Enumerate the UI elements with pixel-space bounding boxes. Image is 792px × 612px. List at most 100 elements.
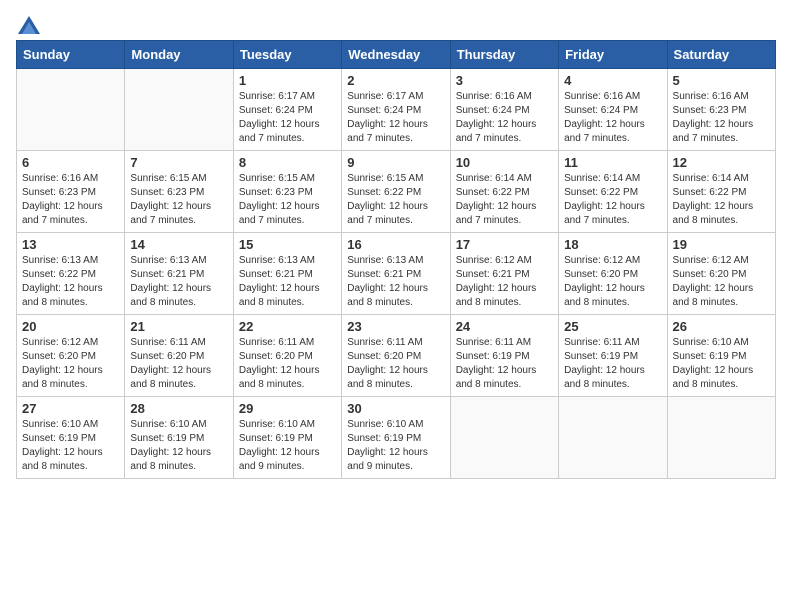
day-number: 11 [564, 155, 661, 170]
calendar-cell: 14 Sunrise: 6:13 AM Sunset: 6:21 PM Dayli… [125, 233, 233, 315]
calendar-cell: 21 Sunrise: 6:11 AM Sunset: 6:20 PM Dayli… [125, 315, 233, 397]
day-header-friday: Friday [559, 41, 667, 69]
calendar-cell [667, 397, 775, 479]
calendar-cell: 6 Sunrise: 6:16 AM Sunset: 6:23 PM Daylig… [17, 151, 125, 233]
day-number: 7 [130, 155, 227, 170]
day-header-monday: Monday [125, 41, 233, 69]
calendar-table: SundayMondayTuesdayWednesdayThursdayFrid… [16, 40, 776, 479]
day-info: Sunrise: 6:13 AM Sunset: 6:21 PM Dayligh… [130, 254, 227, 310]
calendar-cell: 25 Sunrise: 6:11 AM Sunset: 6:19 PM Dayli… [559, 315, 667, 397]
day-number: 1 [239, 73, 336, 88]
day-info: Sunrise: 6:13 AM Sunset: 6:22 PM Dayligh… [22, 254, 119, 310]
day-info: Sunrise: 6:15 AM Sunset: 6:22 PM Dayligh… [347, 172, 444, 228]
calendar-cell: 17 Sunrise: 6:12 AM Sunset: 6:21 PM Dayli… [450, 233, 558, 315]
calendar-cell: 3Sunrise: 6:16 AM Sunset: 6:24 PM Daylig… [450, 69, 558, 151]
calendar-cell: 26 Sunrise: 6:10 AM Sunset: 6:19 PM Dayli… [667, 315, 775, 397]
calendar-cell: 12 Sunrise: 6:14 AM Sunset: 6:22 PM Dayli… [667, 151, 775, 233]
calendar-cell: 20 Sunrise: 6:12 AM Sunset: 6:20 PM Dayli… [17, 315, 125, 397]
calendar-cell: 9 Sunrise: 6:15 AM Sunset: 6:22 PM Daylig… [342, 151, 450, 233]
day-number: 30 [347, 401, 444, 416]
calendar-cell: 8 Sunrise: 6:15 AM Sunset: 6:23 PM Daylig… [233, 151, 341, 233]
day-number: 22 [239, 319, 336, 334]
day-info: Sunrise: 6:17 AM Sunset: 6:24 PM Dayligh… [347, 90, 444, 146]
day-info: Sunrise: 6:12 AM Sunset: 6:20 PM Dayligh… [673, 254, 770, 310]
day-number: 19 [673, 237, 770, 252]
day-info: Sunrise: 6:17 AM Sunset: 6:24 PM Dayligh… [239, 90, 336, 146]
calendar-cell: 30 Sunrise: 6:10 AM Sunset: 6:19 PM Dayli… [342, 397, 450, 479]
calendar-cell: 4 Sunrise: 6:16 AM Sunset: 6:24 PM Daylig… [559, 69, 667, 151]
day-info: Sunrise: 6:14 AM Sunset: 6:22 PM Dayligh… [673, 172, 770, 228]
day-number: 26 [673, 319, 770, 334]
calendar-cell [450, 397, 558, 479]
day-number: 16 [347, 237, 444, 252]
calendar-cell [125, 69, 233, 151]
day-number: 5 [673, 73, 770, 88]
calendar-cell: 27Sunrise: 6:10 AM Sunset: 6:19 PM Dayli… [17, 397, 125, 479]
day-number: 18 [564, 237, 661, 252]
day-header-thursday: Thursday [450, 41, 558, 69]
day-header-tuesday: Tuesday [233, 41, 341, 69]
day-info: Sunrise: 6:11 AM Sunset: 6:20 PM Dayligh… [130, 336, 227, 392]
calendar-cell: 28 Sunrise: 6:10 AM Sunset: 6:19 PM Dayli… [125, 397, 233, 479]
day-info: Sunrise: 6:15 AM Sunset: 6:23 PM Dayligh… [130, 172, 227, 228]
day-info: Sunrise: 6:16 AM Sunset: 6:23 PM Dayligh… [673, 90, 770, 146]
calendar-cell: 19 Sunrise: 6:12 AM Sunset: 6:20 PM Dayli… [667, 233, 775, 315]
day-number: 25 [564, 319, 661, 334]
day-number: 23 [347, 319, 444, 334]
day-info: Sunrise: 6:11 AM Sunset: 6:19 PM Dayligh… [456, 336, 553, 392]
calendar-cell [559, 397, 667, 479]
day-info: Sunrise: 6:12 AM Sunset: 6:21 PM Dayligh… [456, 254, 553, 310]
calendar-cell: 23 Sunrise: 6:11 AM Sunset: 6:20 PM Dayli… [342, 315, 450, 397]
day-number: 27 [22, 401, 119, 416]
calendar-cell: 15 Sunrise: 6:13 AM Sunset: 6:21 PM Dayli… [233, 233, 341, 315]
calendar-cell: 24 Sunrise: 6:11 AM Sunset: 6:19 PM Dayli… [450, 315, 558, 397]
calendar-cell: 11 Sunrise: 6:14 AM Sunset: 6:22 PM Dayli… [559, 151, 667, 233]
day-info: Sunrise: 6:11 AM Sunset: 6:20 PM Dayligh… [239, 336, 336, 392]
day-info: Sunrise: 6:14 AM Sunset: 6:22 PM Dayligh… [456, 172, 553, 228]
day-info: Sunrise: 6:11 AM Sunset: 6:19 PM Dayligh… [564, 336, 661, 392]
day-number: 21 [130, 319, 227, 334]
calendar-cell: 18 Sunrise: 6:12 AM Sunset: 6:20 PM Dayli… [559, 233, 667, 315]
day-number: 29 [239, 401, 336, 416]
day-number: 8 [239, 155, 336, 170]
day-info: Sunrise: 6:16 AM Sunset: 6:24 PM Dayligh… [456, 90, 553, 146]
day-number: 9 [347, 155, 444, 170]
day-info: Sunrise: 6:13 AM Sunset: 6:21 PM Dayligh… [239, 254, 336, 310]
day-header-wednesday: Wednesday [342, 41, 450, 69]
day-info: Sunrise: 6:11 AM Sunset: 6:20 PM Dayligh… [347, 336, 444, 392]
day-info: Sunrise: 6:10 AM Sunset: 6:19 PM Dayligh… [130, 418, 227, 474]
calendar-cell [17, 69, 125, 151]
calendar-cell: 7 Sunrise: 6:15 AM Sunset: 6:23 PM Daylig… [125, 151, 233, 233]
day-number: 10 [456, 155, 553, 170]
day-number: 24 [456, 319, 553, 334]
day-info: Sunrise: 6:16 AM Sunset: 6:24 PM Dayligh… [564, 90, 661, 146]
day-info: Sunrise: 6:16 AM Sunset: 6:23 PM Dayligh… [22, 172, 119, 228]
day-number: 2 [347, 73, 444, 88]
header [16, 16, 776, 30]
day-info: Sunrise: 6:13 AM Sunset: 6:21 PM Dayligh… [347, 254, 444, 310]
day-number: 6 [22, 155, 119, 170]
calendar-cell: 5 Sunrise: 6:16 AM Sunset: 6:23 PM Daylig… [667, 69, 775, 151]
day-number: 14 [130, 237, 227, 252]
day-number: 28 [130, 401, 227, 416]
day-info: Sunrise: 6:14 AM Sunset: 6:22 PM Dayligh… [564, 172, 661, 228]
day-number: 4 [564, 73, 661, 88]
day-info: Sunrise: 6:12 AM Sunset: 6:20 PM Dayligh… [22, 336, 119, 392]
day-number: 20 [22, 319, 119, 334]
logo [16, 16, 40, 30]
day-info: Sunrise: 6:15 AM Sunset: 6:23 PM Dayligh… [239, 172, 336, 228]
calendar-cell: 22 Sunrise: 6:11 AM Sunset: 6:20 PM Dayli… [233, 315, 341, 397]
day-number: 15 [239, 237, 336, 252]
calendar-cell: 10 Sunrise: 6:14 AM Sunset: 6:22 PM Dayli… [450, 151, 558, 233]
calendar-cell: 13Sunrise: 6:13 AM Sunset: 6:22 PM Dayli… [17, 233, 125, 315]
day-info: Sunrise: 6:10 AM Sunset: 6:19 PM Dayligh… [673, 336, 770, 392]
calendar-cell: 29Sunrise: 6:10 AM Sunset: 6:19 PM Dayli… [233, 397, 341, 479]
calendar-cell: 2 Sunrise: 6:17 AM Sunset: 6:24 PM Daylig… [342, 69, 450, 151]
day-info: Sunrise: 6:10 AM Sunset: 6:19 PM Dayligh… [347, 418, 444, 474]
day-info: Sunrise: 6:12 AM Sunset: 6:20 PM Dayligh… [564, 254, 661, 310]
day-number: 17 [456, 237, 553, 252]
logo-icon [18, 16, 40, 34]
day-number: 12 [673, 155, 770, 170]
day-header-sunday: Sunday [17, 41, 125, 69]
calendar-cell: 1 Sunrise: 6:17 AM Sunset: 6:24 PM Daylig… [233, 69, 341, 151]
